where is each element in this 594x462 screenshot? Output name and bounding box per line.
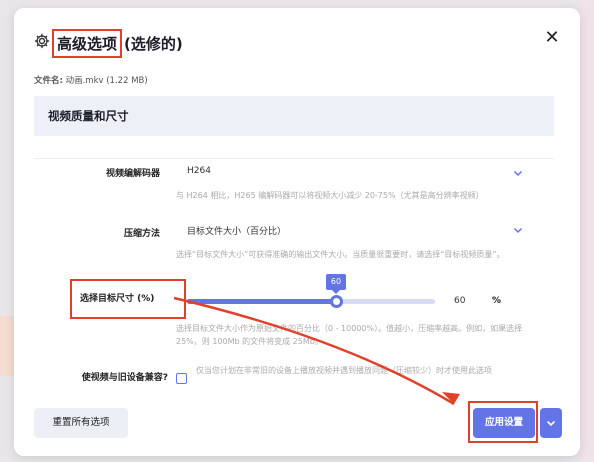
target-size-slider[interactable]	[187, 295, 435, 308]
filename-info: 文件名: 动画.mkv (1.22 MB)	[34, 74, 148, 86]
compression-label: 压缩方法	[123, 229, 160, 239]
dialog-title: 高级选项 (选修的)	[34, 28, 183, 58]
target-size-label: 选择目标尺寸 (%)	[70, 279, 186, 319]
close-icon[interactable]: ✕	[542, 28, 562, 48]
target-size-value[interactable]: 60	[454, 296, 465, 306]
chevron-down-icon	[546, 420, 556, 427]
filename-value: 动画.mkv (1.22 MB)	[65, 76, 148, 86]
compression-select[interactable]: 目标文件大小（百分比）	[187, 224, 286, 237]
slider-fill	[187, 299, 336, 304]
codec-label: 视频编解码器	[105, 169, 160, 179]
compat-label: 使视频与旧设备兼容?	[81, 373, 168, 383]
apply-dropdown-button[interactable]	[540, 408, 562, 438]
codec-chevron-down-icon[interactable]	[512, 167, 524, 179]
codec-hint: 与 H264 相比，H265 编解码器可以将视频大小减少 20-75%（尤其是高…	[176, 191, 484, 200]
dialog-title-main: 高级选项	[51, 28, 123, 58]
background-panel-right	[580, 0, 594, 462]
compat-checkbox[interactable]	[176, 373, 187, 384]
target-size-hint: 选择目标文件大小作为原始文件的百分比（0 - 10000%）。值越小，压缩率越高…	[176, 324, 523, 346]
slider-thumb[interactable]	[329, 295, 343, 308]
compat-hint: 仅当您计划在非常旧的设备上播放视频并遇到播放问题（压缩较少）时才使用此选项	[196, 366, 492, 375]
advanced-options-dialog: 高级选项 (选修的) ✕ 文件名: 动画.mkv (1.22 MB) 视频质量和…	[14, 8, 580, 456]
compression-hint: 选择“目标文件大小”可获得准确的输出文件大小。当质量很重要时，请选择“目标视频质…	[176, 250, 505, 259]
reset-all-button[interactable]: 重置所有选项	[34, 408, 128, 438]
slider-tooltip: 60	[326, 274, 346, 294]
section-title: 视频质量和尺寸	[34, 96, 554, 136]
target-size-unit: %	[492, 296, 502, 306]
apply-settings-button[interactable]: 应用设置	[473, 408, 535, 438]
section-divider	[34, 158, 554, 159]
compression-chevron-down-icon[interactable]	[512, 224, 524, 236]
codec-select[interactable]: H264	[187, 166, 211, 176]
filename-label: 文件名:	[34, 76, 63, 86]
dialog-title-sub: (选修的)	[124, 34, 183, 53]
gear-icon	[34, 33, 50, 53]
